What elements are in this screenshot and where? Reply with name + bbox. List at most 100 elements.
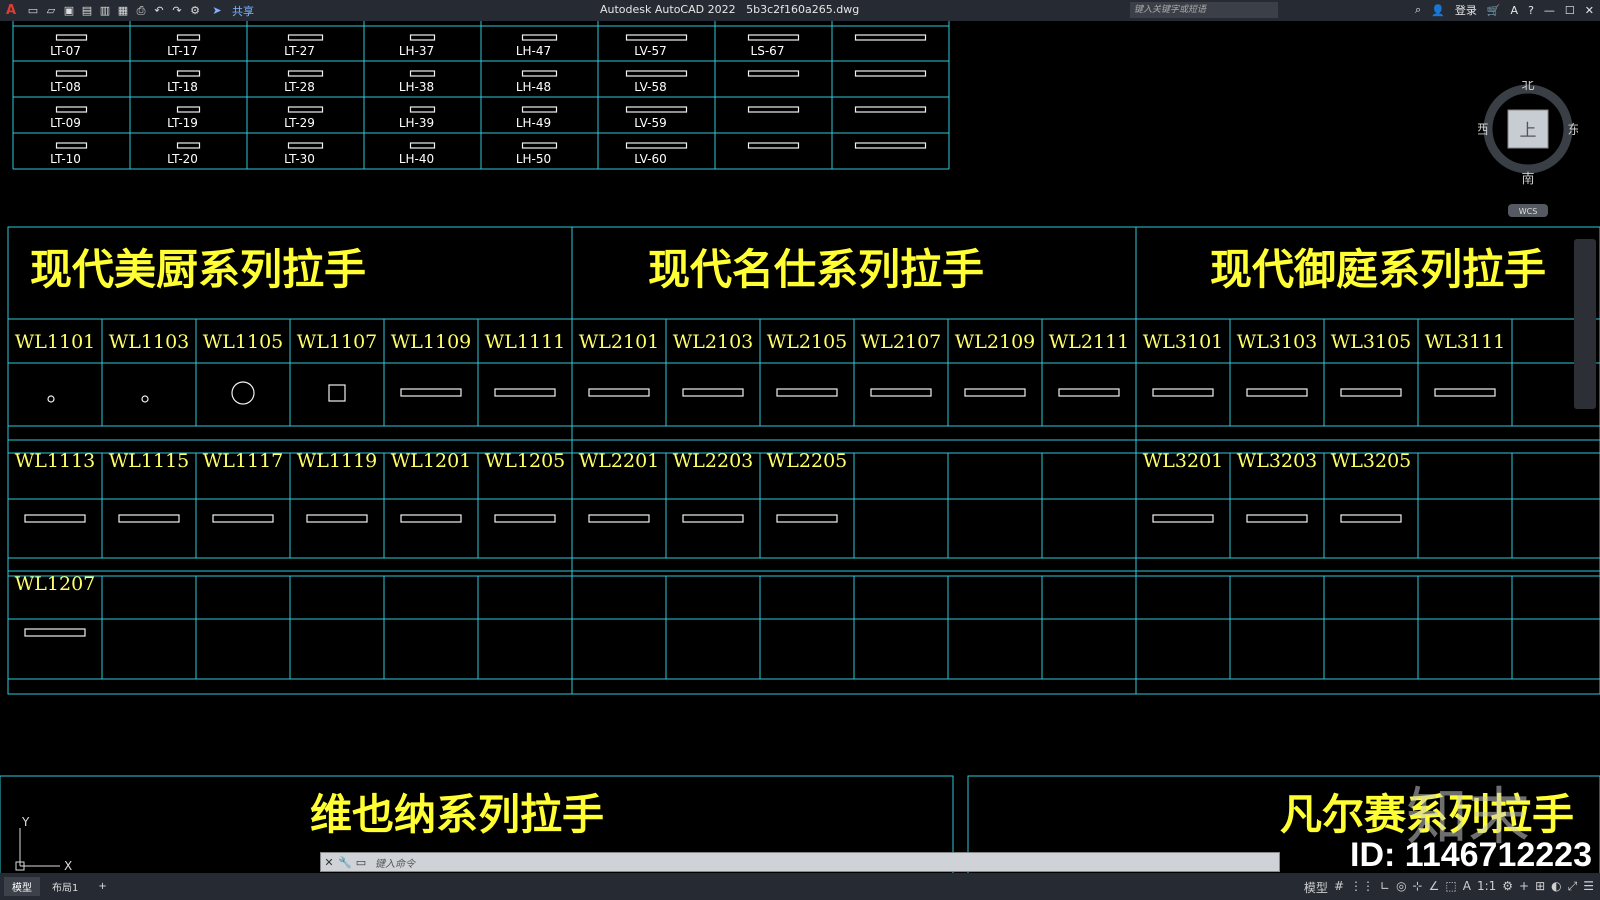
search-input[interactable]: 键入关键字或短语 bbox=[1130, 2, 1278, 18]
ortho-icon[interactable]: ∟ bbox=[1380, 879, 1390, 896]
maximize-icon[interactable]: ☐ bbox=[1565, 4, 1575, 17]
product-code: WL2107 bbox=[861, 331, 942, 353]
isolate-icon[interactable]: ◐ bbox=[1551, 879, 1561, 896]
handle-drawing bbox=[964, 388, 1026, 397]
annotation-scale[interactable]: 1:1 bbox=[1477, 879, 1496, 896]
share-icon[interactable]: ➤ bbox=[210, 4, 224, 17]
product-code: WL3203 bbox=[1237, 450, 1318, 472]
tab-model[interactable]: 模型 bbox=[4, 877, 40, 896]
command-history-icon[interactable]: ▭ bbox=[353, 856, 369, 869]
annotation-icon[interactable]: A bbox=[1463, 879, 1471, 896]
product-code: WL1115 bbox=[109, 450, 190, 472]
wrench-icon[interactable]: 🔧 bbox=[337, 856, 353, 869]
product-code: WL2105 bbox=[767, 331, 848, 353]
units-icon[interactable]: ⊞ bbox=[1535, 879, 1545, 896]
handle-code-label: LT-10 bbox=[50, 152, 81, 166]
product-code: WL1119 bbox=[297, 450, 378, 472]
product-code: WL1207 bbox=[15, 573, 96, 595]
save-as-icon[interactable]: ▤ bbox=[80, 4, 94, 17]
product-code: WL1205 bbox=[485, 450, 566, 472]
handle-sketch bbox=[747, 34, 800, 41]
navigation-bar[interactable] bbox=[1574, 239, 1596, 409]
undo-icon[interactable]: ↶ bbox=[152, 4, 166, 17]
model-space-button[interactable]: 模型 bbox=[1304, 879, 1328, 896]
handle-sketch bbox=[176, 106, 201, 113]
open-file-icon[interactable]: ▱ bbox=[44, 4, 58, 17]
handle-sketch bbox=[521, 70, 558, 77]
new-file-icon[interactable]: ▭ bbox=[26, 4, 40, 17]
handle-code-label: LT-30 bbox=[284, 152, 315, 166]
dyn-icon[interactable]: ⬚ bbox=[1445, 879, 1456, 896]
login-button[interactable]: 登录 bbox=[1455, 2, 1477, 18]
handle-drawing bbox=[141, 395, 149, 403]
product-code: WL3111 bbox=[1425, 331, 1506, 353]
user-icon[interactable]: 👤 bbox=[1431, 4, 1445, 17]
product-code: WL2103 bbox=[673, 331, 754, 353]
autocad-logo-icon[interactable]: A bbox=[0, 3, 22, 18]
handle-drawing bbox=[1246, 388, 1308, 397]
handle-sketch bbox=[287, 142, 324, 149]
product-code: WL1103 bbox=[109, 331, 190, 353]
osnap-icon[interactable]: ⊹ bbox=[1413, 879, 1423, 896]
handle-code-label: LT-18 bbox=[167, 80, 198, 94]
fullscreen-icon[interactable]: ⤢ bbox=[1568, 879, 1578, 896]
workspace-icon[interactable]: ⚙ bbox=[188, 4, 202, 17]
grid-icon[interactable]: # bbox=[1334, 879, 1344, 896]
tab-layout1[interactable]: 布局1 bbox=[44, 877, 86, 896]
handle-code-label: LT-19 bbox=[167, 116, 198, 130]
handle-sketch bbox=[409, 142, 436, 149]
handle-drawing bbox=[1340, 514, 1402, 523]
handle-drawing bbox=[870, 388, 932, 397]
viewcube-top-label: 上 bbox=[1520, 121, 1537, 141]
add-layout-icon[interactable]: + bbox=[90, 879, 114, 894]
customize-icon[interactable]: ☰ bbox=[1583, 879, 1594, 896]
handle-sketch bbox=[854, 106, 927, 113]
handle-drawing bbox=[306, 514, 368, 523]
product-code: WL1117 bbox=[203, 450, 284, 472]
help-icon[interactable]: ? bbox=[1528, 4, 1534, 17]
handle-drawing bbox=[231, 381, 255, 405]
handle-sketch bbox=[521, 142, 558, 149]
handle-code-label: LT-29 bbox=[284, 116, 315, 130]
drawing-canvas[interactable]: LT-07 LT-17 LT-27 LH-37 LH-47 LV-57 LS-67 LT-08… bbox=[0, 21, 1600, 873]
close-icon[interactable]: ✕ bbox=[321, 856, 337, 869]
redo-icon[interactable]: ↷ bbox=[170, 4, 184, 17]
save-icon[interactable]: ▣ bbox=[62, 4, 76, 17]
minimize-icon[interactable]: — bbox=[1544, 4, 1555, 17]
publish-icon[interactable]: ▥ bbox=[98, 4, 112, 17]
command-line[interactable]: ✕ 🔧 ▭ 键入命令 bbox=[320, 852, 1280, 872]
handle-drawing bbox=[494, 514, 556, 523]
handle-code-label: LV-60 bbox=[634, 152, 666, 166]
quick-access-toolbar: ▭ ▱ ▣ ▤ ▥ ▦ ⎙ ↶ ↷ ⚙ ➤ 共享 bbox=[26, 3, 254, 19]
angle-icon[interactable]: ∠ bbox=[1429, 879, 1440, 896]
handle-sketch bbox=[521, 106, 558, 113]
autodesk-icon[interactable]: A bbox=[1511, 4, 1519, 17]
plot-icon[interactable]: ▦ bbox=[116, 4, 130, 17]
handle-drawing bbox=[118, 514, 180, 523]
handle-sketch bbox=[287, 106, 324, 113]
product-code: WL1113 bbox=[15, 450, 96, 472]
handle-drawing bbox=[682, 514, 744, 523]
snap-icon[interactable]: ⋮⋮ bbox=[1350, 879, 1374, 896]
polar-icon[interactable]: ◎ bbox=[1396, 879, 1406, 896]
handle-code-label: LV-58 bbox=[634, 80, 666, 94]
command-input[interactable]: 键入命令 bbox=[375, 855, 415, 870]
handle-drawing bbox=[400, 514, 462, 523]
settings-icon[interactable]: ⚙ bbox=[1502, 879, 1513, 896]
share-button[interactable]: 共享 bbox=[232, 3, 254, 19]
wcs-label: WCS bbox=[1519, 207, 1538, 216]
viewcube[interactable]: 上 北 南 东 西 WCS bbox=[1475, 78, 1581, 221]
handle-sketch bbox=[55, 142, 88, 149]
series-header: 现代美厨系列拉手 bbox=[30, 245, 366, 294]
print-icon[interactable]: ⎙ bbox=[134, 4, 148, 17]
handle-code-label: LH-39 bbox=[399, 116, 434, 130]
cart-icon[interactable]: 🛒 bbox=[1487, 4, 1501, 17]
product-code: WL2201 bbox=[579, 450, 660, 472]
close-icon[interactable]: ✕ bbox=[1585, 4, 1594, 17]
search-icon[interactable]: ⌕ bbox=[1415, 3, 1421, 17]
status-toggles: 模型 # ⋮⋮ ∟ ◎ ⊹ ∠ ⬚ A 1:1 ⚙ + ⊞ ◐ ⤢ ☰ bbox=[1304, 879, 1594, 896]
plus-icon[interactable]: + bbox=[1519, 879, 1529, 896]
handle-drawing bbox=[588, 388, 650, 397]
product-code: WL2205 bbox=[767, 450, 848, 472]
handle-sketch bbox=[176, 142, 201, 149]
